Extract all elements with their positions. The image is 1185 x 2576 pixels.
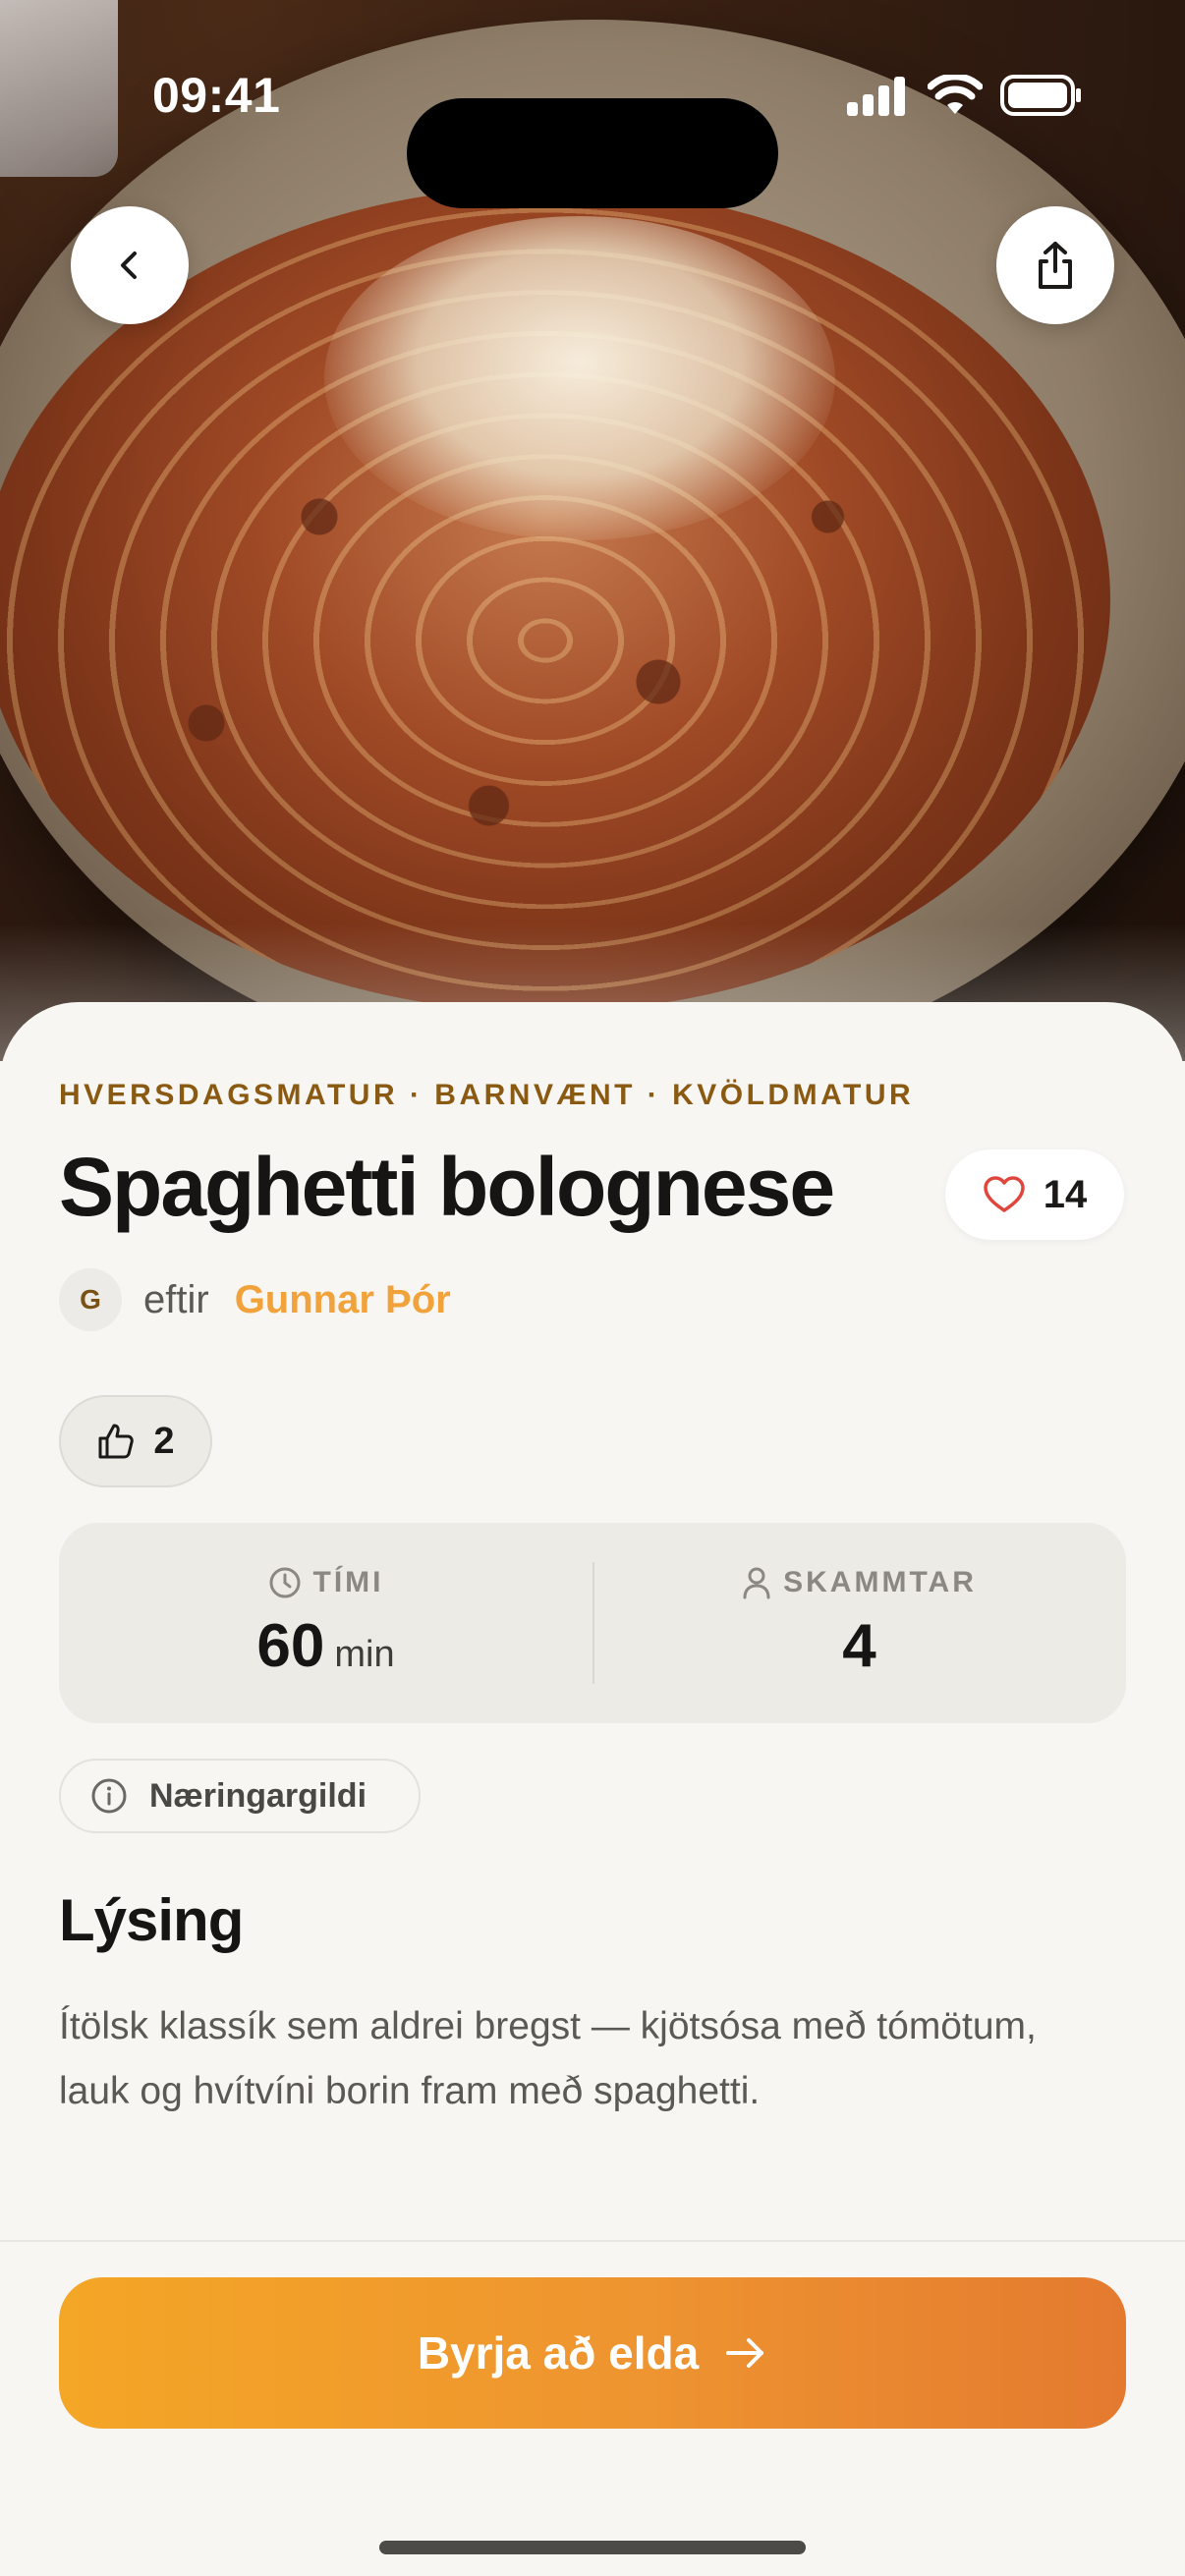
recipe-title: Spaghetti bolognese: [59, 1141, 835, 1233]
description-heading: Lýsing: [59, 1887, 244, 1953]
servings-stat: SKAMMTAR 4: [592, 1523, 1126, 1723]
nutrition-button[interactable]: Næringargildi: [59, 1759, 421, 1833]
description-text: Ítölsk klassík sem aldrei bregst — kjöts…: [59, 2005, 1037, 2112]
person-icon: [743, 1567, 770, 1598]
servings-label: SKAMMTAR: [783, 1565, 977, 1598]
favorite-button[interactable]: 14: [945, 1149, 1124, 1240]
arrow-right-icon: [726, 2338, 764, 2368]
back-button[interactable]: [71, 206, 189, 324]
recipe-tags: HVERSDAGSMATUR · BARNVÆNT · KVÖLDMATUR: [59, 1079, 915, 1111]
clock-icon: [269, 1567, 300, 1597]
home-indicator: [379, 2541, 806, 2554]
start-cooking-label: Byrja að elda: [417, 2327, 700, 2379]
upvote-button[interactable]: 2: [59, 1395, 212, 1487]
status-time: 09:41: [152, 68, 281, 123]
thumbs-up-icon: [98, 1424, 135, 1459]
recipe-stats-card: TÍMI 60 min SKAMMTAR 4: [59, 1523, 1126, 1723]
time-stat: TÍMI 60 min: [59, 1523, 592, 1723]
nutrition-label: Næringargildi: [149, 1776, 367, 1815]
back-chevron-icon: [121, 252, 137, 279]
wifi-icon: [928, 75, 983, 114]
author-name-link[interactable]: Gunnar Þór: [235, 1278, 451, 1322]
status-bar: 09:41: [0, 59, 1185, 208]
servings-value: 4: [842, 1611, 876, 1680]
info-icon: [91, 1778, 127, 1814]
share-icon: [1039, 242, 1072, 289]
time-value: 60: [256, 1611, 325, 1680]
time-label: TÍMI: [312, 1565, 384, 1598]
upvote-count: 2: [153, 1420, 175, 1462]
avatar: G: [59, 1268, 122, 1331]
start-cooking-button[interactable]: Byrja að elda: [59, 2277, 1126, 2429]
share-button[interactable]: [996, 206, 1114, 324]
battery-icon: [1000, 75, 1081, 116]
parmesan-graphic: [324, 216, 835, 540]
heart-icon: [984, 1176, 1025, 1212]
author-by-label: eftir: [143, 1277, 209, 1321]
time-unit: min: [334, 1633, 395, 1675]
author-row: G eftir Gunnar Þór: [59, 1267, 451, 1332]
favorite-count: 14: [1043, 1172, 1088, 1216]
cellular-signal-icon: [847, 77, 905, 116]
dynamic-island: [407, 98, 778, 208]
